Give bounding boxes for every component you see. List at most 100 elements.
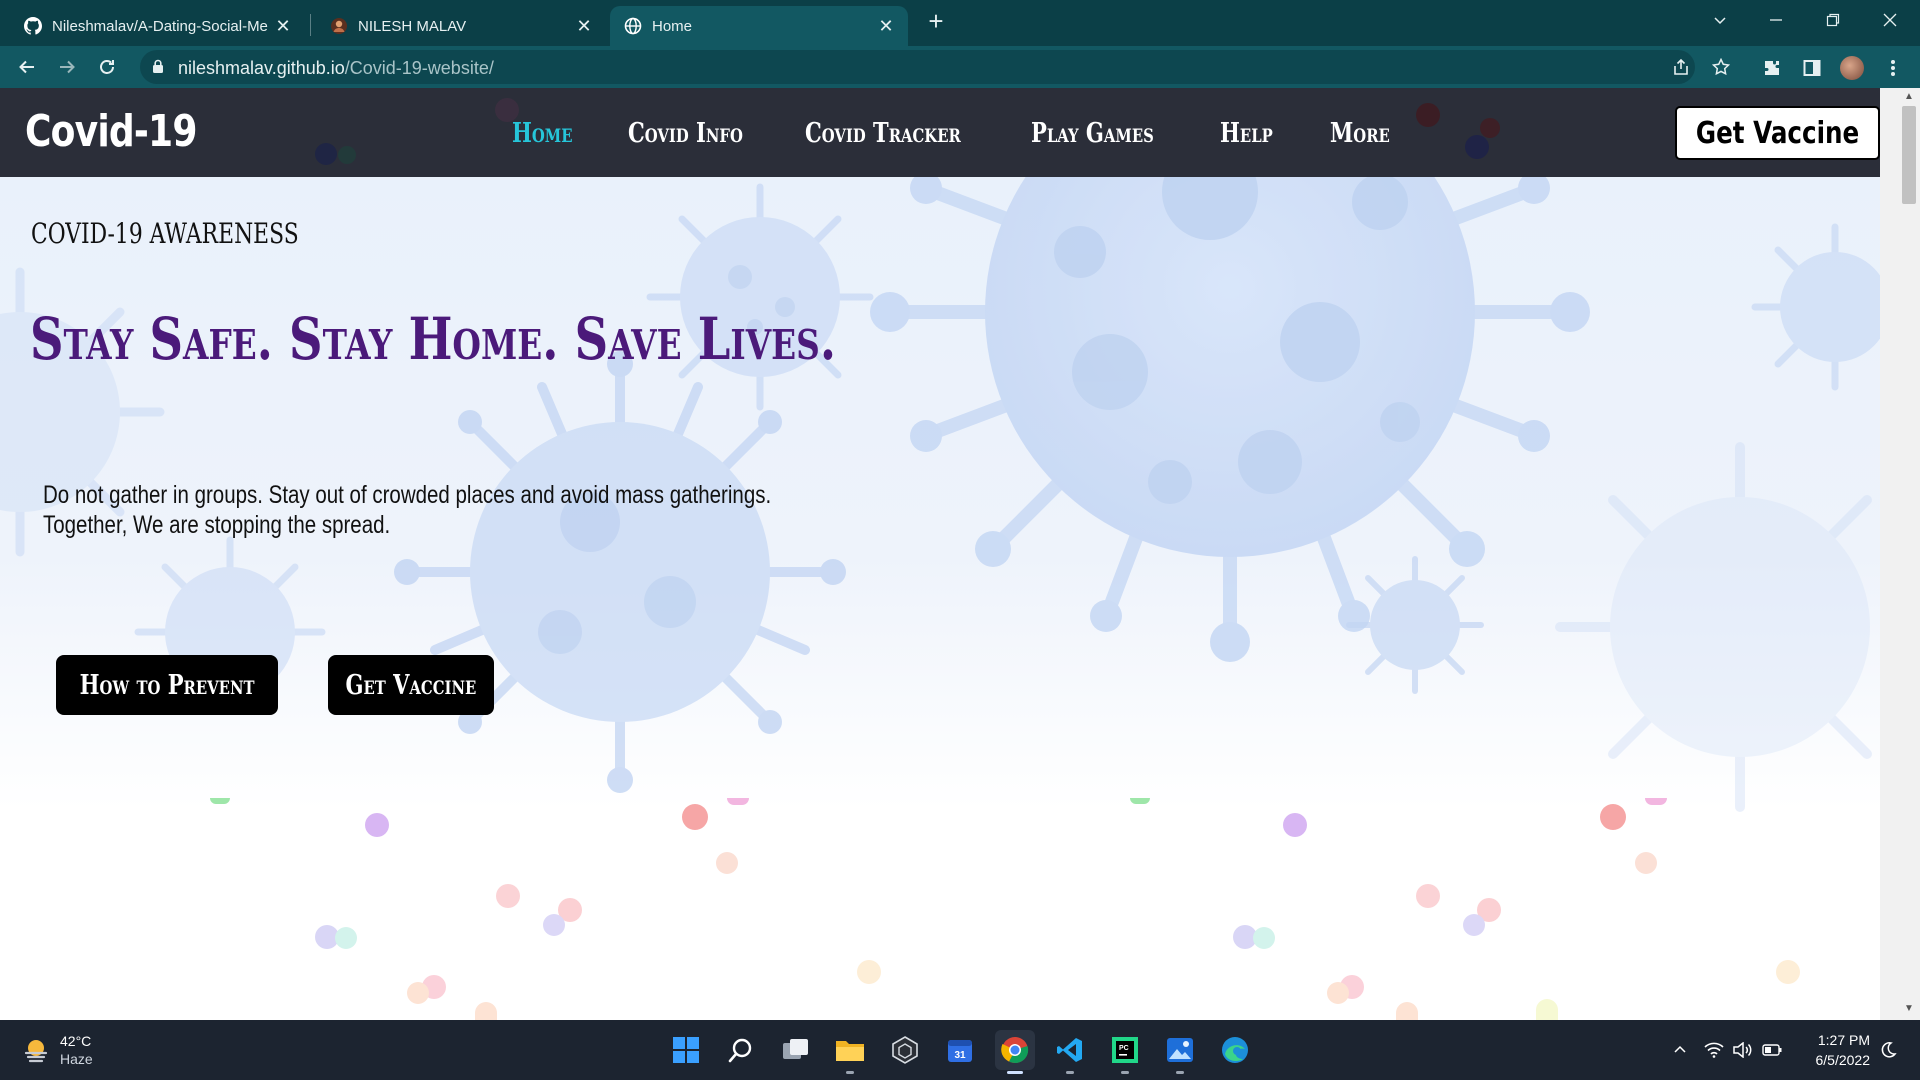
vscode-app[interactable] xyxy=(1050,1030,1090,1074)
unity-icon xyxy=(892,1036,918,1064)
close-icon[interactable]: ✕ xyxy=(273,16,293,36)
page-scrollbar[interactable]: ▲ ▼ xyxy=(1880,88,1920,1020)
chrome-app[interactable] xyxy=(995,1030,1035,1074)
chrome-icon xyxy=(1001,1037,1029,1064)
reload-button[interactable] xyxy=(92,52,122,82)
how-to-prevent-button[interactable]: How to Prevent xyxy=(56,655,278,715)
tab-separator xyxy=(310,14,311,36)
calendar-app[interactable]: 31 xyxy=(940,1030,980,1070)
extensions-icon[interactable] xyxy=(1760,56,1784,80)
running-indicator xyxy=(1066,1071,1074,1074)
bookmark-star-icon[interactable] xyxy=(1711,57,1731,77)
photos-app[interactable] xyxy=(1160,1030,1200,1074)
decorative-dot xyxy=(543,914,565,936)
scrollbar-thumb[interactable] xyxy=(1902,106,1916,204)
close-icon[interactable]: ✕ xyxy=(876,16,896,36)
show-hidden-icons-chevron-up-icon[interactable] xyxy=(1668,1038,1692,1062)
decorative-dot xyxy=(1327,982,1349,1004)
decorative-dot xyxy=(407,982,429,1004)
hero-section: COVID-19 AWARENESS Stay Safe. Stay Home.… xyxy=(0,177,1880,1020)
get-vaccine-nav-button[interactable]: Get Vaccine xyxy=(1675,106,1880,160)
notifications-moon-icon[interactable] xyxy=(1876,1038,1900,1062)
search-button[interactable] xyxy=(721,1030,761,1070)
decorative-dot xyxy=(1416,884,1440,908)
tab-search-button[interactable] xyxy=(1692,0,1748,40)
window-close-button[interactable] xyxy=(1862,0,1918,40)
site-logo[interactable]: Covid-19 xyxy=(25,106,197,157)
decorative-dot xyxy=(210,798,230,804)
windows-logo-icon xyxy=(673,1037,699,1063)
share-icon[interactable] xyxy=(1671,57,1691,77)
svg-text:PC: PC xyxy=(1119,1045,1129,1052)
task-view-button[interactable] xyxy=(776,1030,816,1070)
nav-link-covid-tracker[interactable]: Covid Tracker xyxy=(805,118,961,149)
search-icon xyxy=(728,1038,752,1063)
web-page: Covid-19 Home Covid Info Covid Tracker P… xyxy=(0,88,1880,1020)
decorative-dot xyxy=(1645,798,1667,805)
back-button[interactable] xyxy=(12,52,42,82)
decorative-dot xyxy=(727,798,749,805)
lock-icon[interactable] xyxy=(152,59,164,79)
edge-icon xyxy=(1222,1037,1248,1063)
minimize-button[interactable] xyxy=(1748,0,1804,40)
profile-icon xyxy=(330,17,348,35)
scroll-down-arrow-icon[interactable]: ▼ xyxy=(1902,1002,1916,1016)
browser-toolbar: nileshmalav.github.io/Covid-19-website/ xyxy=(0,46,1920,88)
hero-body-text: Do not gather in groups. Stay out of cro… xyxy=(43,480,771,540)
battery-icon[interactable] xyxy=(1760,1038,1784,1062)
virus-background-illustration xyxy=(0,177,1880,812)
tab-github-repo[interactable]: Nileshmalav/A-Dating-Social-Me ✕ xyxy=(10,6,305,46)
nav-link-covid-info[interactable]: Covid Info xyxy=(628,118,743,149)
nav-link-home[interactable]: Home xyxy=(512,118,573,149)
nav-link-help[interactable]: Help xyxy=(1220,118,1273,149)
get-vaccine-hero-button[interactable]: Get Vaccine xyxy=(328,655,494,715)
weather-condition: Haze xyxy=(60,1051,93,1067)
running-indicator xyxy=(1121,1071,1129,1074)
weather-haze-icon xyxy=(24,1040,48,1063)
get-vaccine-hero-label: Get Vaccine xyxy=(345,669,477,701)
nav-link-more[interactable]: More xyxy=(1330,118,1390,149)
nav-link-play-games[interactable]: Play Games xyxy=(1031,118,1154,149)
unity-hub-app[interactable] xyxy=(885,1030,925,1070)
decorative-dot xyxy=(1480,118,1500,138)
pycharm-app[interactable]: PC xyxy=(1105,1030,1145,1074)
edge-app[interactable] xyxy=(1215,1030,1255,1070)
address-bar[interactable]: nileshmalav.github.io/Covid-19-website/ xyxy=(140,50,1730,84)
hero-body-line: Do not gather in groups. Stay out of cro… xyxy=(43,481,772,509)
decorative-dot xyxy=(1463,914,1485,936)
decorative-dot xyxy=(1130,798,1150,804)
url-host: nileshmalav.github.io xyxy=(178,58,345,78)
wifi-icon[interactable] xyxy=(1702,1038,1726,1062)
pycharm-icon: PC xyxy=(1112,1037,1138,1063)
decorative-dot xyxy=(338,146,356,164)
scroll-up-arrow-icon[interactable]: ▲ xyxy=(1902,90,1916,104)
decorative-dot xyxy=(315,143,337,165)
decorative-dot xyxy=(1396,1002,1418,1020)
close-icon[interactable]: ✕ xyxy=(574,16,594,36)
get-vaccine-label: Get Vaccine xyxy=(1695,115,1860,151)
volume-icon[interactable] xyxy=(1731,1038,1755,1062)
tab-profile[interactable]: NILESH MALAV ✕ xyxy=(316,6,606,46)
weather-widget[interactable]: 42°C Haze xyxy=(22,1032,93,1068)
url-path: /Covid-19-website/ xyxy=(344,58,494,78)
restore-button[interactable] xyxy=(1805,0,1861,40)
minimize-icon xyxy=(1770,19,1782,21)
new-tab-button[interactable]: + xyxy=(922,8,950,36)
decorative-dot xyxy=(682,804,708,830)
system-clock[interactable]: 1:27 PM 6/5/2022 xyxy=(1800,1030,1871,1070)
task-view-icon xyxy=(783,1039,808,1059)
url-text: nileshmalav.github.io/Covid-19-website/ xyxy=(178,58,494,79)
github-icon xyxy=(24,17,42,35)
decorative-dot xyxy=(1283,813,1307,837)
forward-button[interactable] xyxy=(52,52,82,82)
chevron-down-icon xyxy=(1714,17,1726,25)
restore-icon xyxy=(1826,13,1840,27)
tab-home[interactable]: Home ✕ xyxy=(610,6,908,46)
more-menu-icon[interactable] xyxy=(1881,56,1905,80)
side-panel-icon[interactable] xyxy=(1800,56,1824,80)
file-explorer-app[interactable] xyxy=(830,1030,870,1074)
weather-temperature: 42°C xyxy=(60,1033,92,1049)
tab-title: NILESH MALAV xyxy=(358,17,467,35)
profile-avatar[interactable] xyxy=(1840,56,1864,80)
start-button[interactable] xyxy=(666,1030,706,1070)
